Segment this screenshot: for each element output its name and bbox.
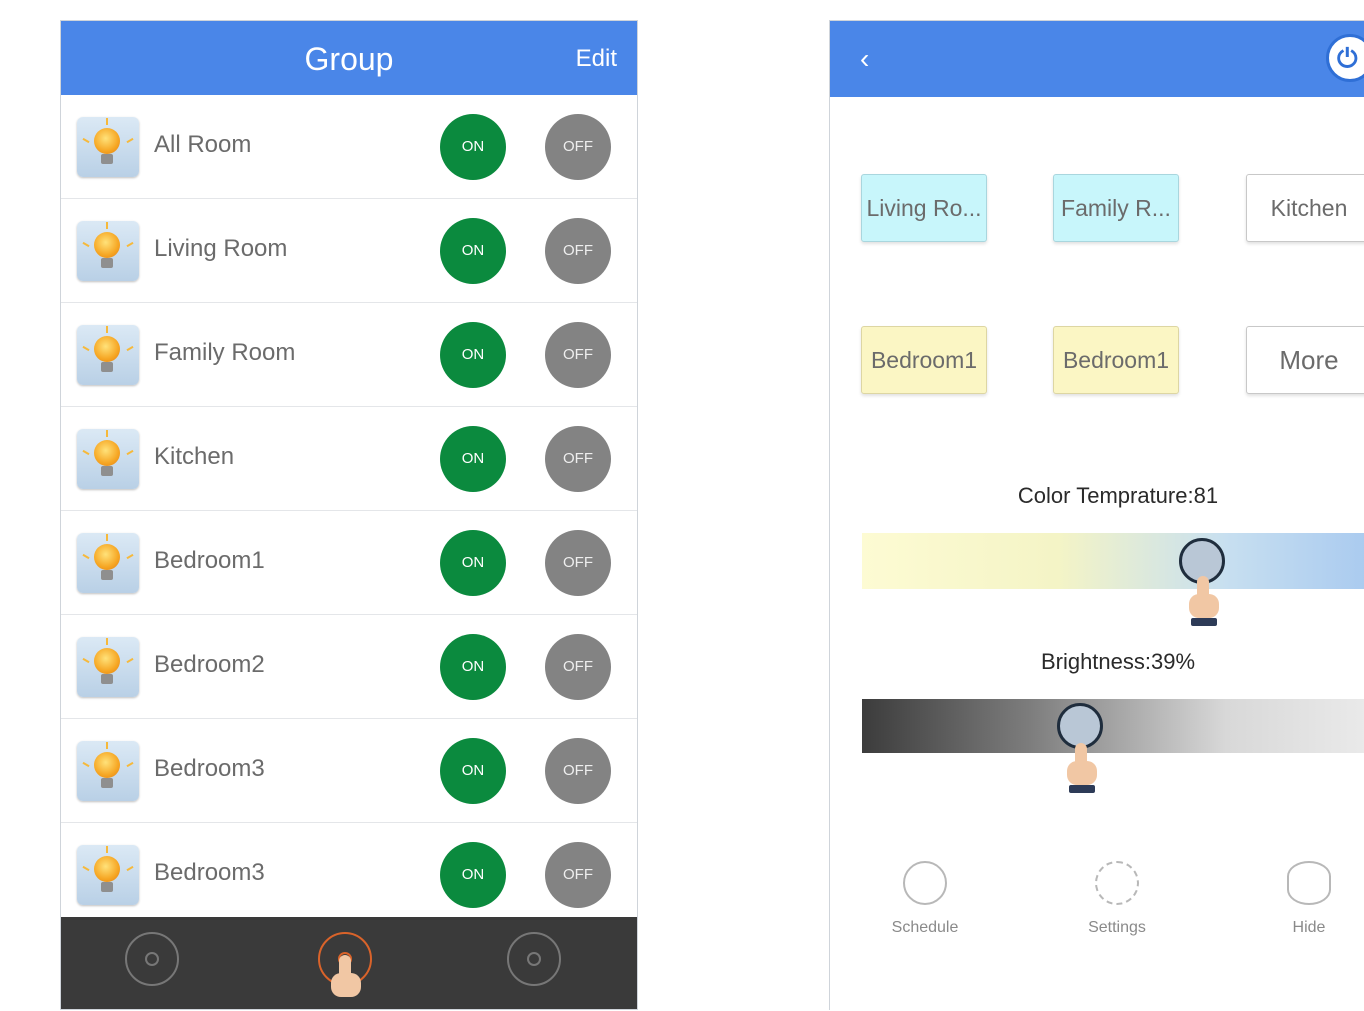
bulb-icon	[77, 637, 139, 697]
group-row-bedroom3: Bedroom3 ON OFF	[61, 719, 637, 823]
pointing-hand-icon	[1185, 576, 1225, 628]
color-temperature-slider[interactable]	[862, 533, 1364, 589]
brightness-slider[interactable]	[862, 699, 1364, 753]
bulb-icon	[77, 325, 139, 385]
on-button[interactable]: ON	[440, 426, 506, 492]
group-row-family-room: Family Room ON OFF	[61, 303, 637, 407]
eye-icon	[1287, 861, 1331, 905]
gear-icon	[1095, 861, 1139, 905]
group-name: Bedroom1	[154, 547, 265, 574]
on-button[interactable]: ON	[440, 530, 506, 596]
group-screen: Group Edit All Room ON OFF Living Room O…	[60, 20, 638, 1010]
room-chip-living-room[interactable]: Living Ro...	[861, 174, 987, 242]
nav-settings-button[interactable]	[507, 932, 561, 986]
schedule-label: Schedule	[891, 919, 959, 936]
pointing-hand-icon	[1063, 743, 1103, 795]
bulb-icon	[77, 741, 139, 801]
hide-button[interactable]: Hide	[1259, 861, 1359, 937]
off-button[interactable]: OFF	[545, 530, 611, 596]
bulb-icon	[77, 221, 139, 281]
on-button[interactable]: ON	[440, 634, 506, 700]
group-header: Group Edit	[61, 21, 637, 95]
off-button[interactable]: OFF	[545, 114, 611, 180]
on-button[interactable]: ON	[440, 322, 506, 388]
control-header: ‹ ⏻	[830, 21, 1364, 97]
on-button[interactable]: ON	[440, 114, 506, 180]
schedule-button[interactable]: Schedule	[875, 861, 975, 937]
on-button[interactable]: ON	[440, 738, 506, 804]
hide-label: Hide	[1292, 919, 1326, 936]
off-button[interactable]: OFF	[545, 322, 611, 388]
settings-button[interactable]: Settings	[1067, 861, 1167, 937]
color-temperature-label: Color Temprature:81	[1017, 483, 1219, 508]
group-row-bedroom2: Bedroom2 ON OFF	[61, 615, 637, 719]
bulb-icon	[145, 952, 159, 966]
nav-bulb-button[interactable]	[125, 932, 179, 986]
group-row-bedroom1: Bedroom1 ON OFF	[61, 511, 637, 615]
on-button[interactable]: ON	[440, 218, 506, 284]
group-name: Bedroom3	[154, 755, 265, 782]
brightness-label: Brightness:39%	[1040, 649, 1196, 674]
group-name: Bedroom2	[154, 651, 265, 678]
group-name: All Room	[154, 131, 252, 158]
group-row-kitchen: Kitchen ON OFF	[61, 407, 637, 511]
group-row-living-room: Living Room ON OFF	[61, 199, 637, 303]
settings-label: Settings	[1088, 919, 1146, 936]
group-list: All Room ON OFF Living Room ON OFF Famil…	[61, 95, 637, 926]
group-row-all-room: All Room ON OFF	[61, 95, 637, 199]
group-name: Family Room	[154, 339, 296, 366]
group-row-bedroom3-second: Bedroom3 ON OFF	[61, 823, 637, 926]
group-name: Kitchen	[154, 443, 235, 470]
power-icon: ⏻	[1337, 43, 1358, 73]
group-name: Living Room	[154, 235, 288, 262]
more-button[interactable]: More	[1246, 326, 1364, 394]
clock-icon	[903, 861, 947, 905]
bulb-icon	[77, 429, 139, 489]
off-button[interactable]: OFF	[545, 842, 611, 908]
off-button[interactable]: OFF	[545, 738, 611, 804]
off-button[interactable]: OFF	[545, 634, 611, 700]
page-title: Group	[304, 41, 394, 77]
power-button[interactable]: ⏻	[1326, 34, 1364, 82]
group-name: Bedroom3	[154, 859, 265, 886]
bottom-nav	[61, 917, 637, 1009]
room-chip-kitchen[interactable]: Kitchen	[1246, 174, 1364, 242]
pointing-hand-icon	[327, 955, 367, 1007]
off-button[interactable]: OFF	[545, 426, 611, 492]
back-button[interactable]: ‹	[860, 43, 869, 75]
settings-icon	[527, 952, 541, 966]
bulb-icon	[77, 533, 139, 593]
group-control-screen: ‹ ⏻ Living Ro... Family R... Kitchen Bed…	[829, 20, 1364, 1010]
room-chip-family-room[interactable]: Family R...	[1053, 174, 1179, 242]
edit-button[interactable]: Edit	[576, 45, 617, 73]
room-chip-bedroom1[interactable]: Bedroom1	[861, 326, 987, 394]
bulb-icon	[77, 117, 139, 177]
off-button[interactable]: OFF	[545, 218, 611, 284]
bulb-icon	[77, 845, 139, 905]
room-chip-bedroom1-second[interactable]: Bedroom1	[1053, 326, 1179, 394]
on-button[interactable]: ON	[440, 842, 506, 908]
